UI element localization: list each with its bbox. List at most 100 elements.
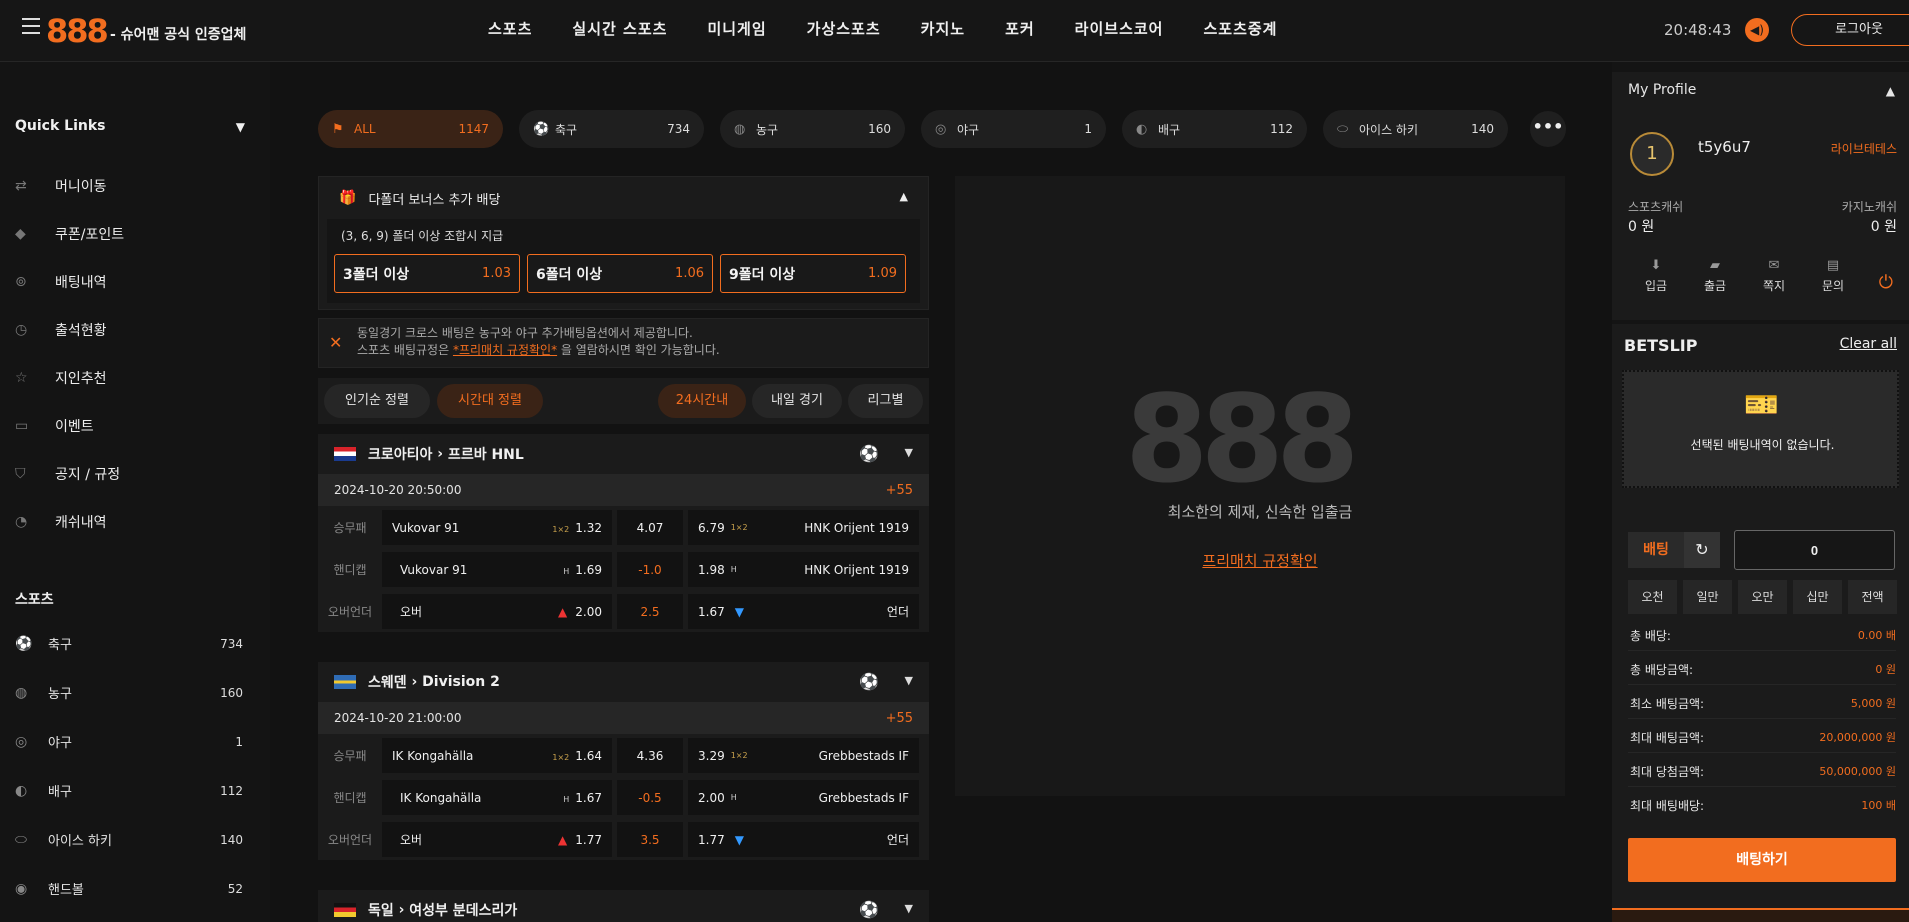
odds-away-button[interactable]: 6.79 1×2 HNK Orijent 1919 (688, 510, 919, 545)
nav-poker[interactable]: 포커 (985, 18, 1055, 39)
chevron-up-icon[interactable]: ▲ (900, 190, 908, 203)
more-markets-button[interactable]: +55 (886, 483, 913, 498)
bonus-option-6[interactable]: 6폴더 이상 1.06 (527, 254, 713, 293)
quick-link-money-transfer[interactable]: ⇄ 머니이동 (15, 162, 255, 210)
soccer-ball-icon: ⚽ (859, 900, 879, 919)
odds-over-button[interactable]: 오버 ▲ 2.00 (382, 594, 612, 629)
promo-banner[interactable] (1612, 908, 1909, 922)
filter-24h-button[interactable]: 24시간내 (658, 384, 746, 418)
tab-icehockey[interactable]: ⬭ 아이스 하키 140 (1323, 110, 1508, 148)
refresh-icon[interactable]: ↻ (1684, 532, 1720, 568)
bonus-option-9[interactable]: 9폴더 이상 1.09 (720, 254, 906, 293)
odds-away-button[interactable]: 3.29 1×2 Grebbestads IF (688, 738, 919, 773)
message-button[interactable]: ✉ 쪽지 (1744, 258, 1804, 294)
more-icon[interactable]: ••• (1530, 111, 1566, 147)
tab-all[interactable]: ⚑ ALL 1147 (318, 110, 503, 148)
quick-link-cash-history[interactable]: ◔ 캐쉬내역 (15, 498, 255, 546)
nav-casino[interactable]: 카지노 (901, 18, 985, 39)
chevron-down-icon[interactable]: ▼ (905, 674, 913, 687)
nav-minigame[interactable]: 미니게임 (687, 18, 786, 39)
odds-home-button[interactable]: Vukovar 91 1×2 1.32 (382, 510, 612, 545)
basketball-icon: ◍ (734, 121, 746, 137)
tab-basketball[interactable]: ◍ 농구 160 (720, 110, 905, 148)
chevron-up-icon[interactable]: ▲ (1886, 84, 1895, 98)
odds-away-button[interactable]: 1.98 H HNK Orijent 1919 (688, 552, 919, 587)
sidebar-sport-icehockey[interactable]: ⬭ 아이스 하키 140 (15, 815, 245, 864)
odds-under-button[interactable]: 1.67 ▼ 언더 (688, 594, 919, 629)
quick-link-attendance[interactable]: ◷ 출석현황 (15, 306, 255, 354)
summary-max-win: 최대 당첨금액: 50,000,000 원 (1628, 753, 1896, 787)
chip-100000[interactable]: 십만 (1793, 580, 1842, 614)
odds-over-button[interactable]: 오버 ▲ 1.77 (382, 822, 612, 857)
odds-home-button[interactable]: Vukovar 91 H 1.69 (382, 552, 612, 587)
croatia-flag-icon (334, 447, 356, 461)
tab-volleyball[interactable]: ◐ 배구 112 (1122, 110, 1307, 148)
place-bet-button[interactable]: 배팅하기 (1628, 838, 1896, 882)
league-header[interactable]: 독일 › 여성부 분데스리가 ⚽ ▼ (318, 890, 929, 922)
nav-livescore[interactable]: 라이브스코어 (1055, 18, 1184, 39)
more-markets-button[interactable]: +55 (886, 711, 913, 726)
chip-all[interactable]: 전액 (1848, 580, 1897, 614)
quick-links-header[interactable]: Quick Links ▼ (15, 118, 245, 134)
nav-sports[interactable]: 스포츠 (468, 18, 552, 39)
odds-away-button[interactable]: 2.00 H Grebbestads IF (688, 780, 919, 815)
quick-link-referral[interactable]: ☆ 지인추천 (15, 354, 255, 402)
chevron-down-icon[interactable]: ▼ (905, 446, 913, 459)
quick-link-bet-history[interactable]: ⊚ 배팅내역 (15, 258, 255, 306)
chip-50000[interactable]: 오만 (1738, 580, 1787, 614)
odds-home-button[interactable]: IK Kongahälla H 1.67 (382, 780, 612, 815)
nav-virtual-sports[interactable]: 가상스포츠 (787, 18, 901, 39)
folder-bonus-header[interactable]: 🎁 다폴더 보너스 추가 배당 ▲ (319, 177, 928, 219)
league-header[interactable]: 스웨덴 › Division 2 ⚽ ▼ (318, 662, 929, 702)
quick-link-notice[interactable]: ⛉ 공지 / 규정 (15, 450, 255, 498)
odds-draw-button[interactable]: 4.07 (617, 510, 683, 545)
bet-amount-input[interactable] (1734, 530, 1895, 570)
menu-icon[interactable] (22, 18, 40, 34)
prematch-rule-link[interactable]: *프리매치 규정확인* (453, 343, 557, 357)
inquiry-button[interactable]: ▤ 문의 (1803, 258, 1863, 294)
download-icon: ⬇ (1650, 258, 1662, 273)
odds-home-button[interactable]: IK Kongahälla 1×2 1.64 (382, 738, 612, 773)
flag-icon: ⚑ (332, 121, 344, 137)
sidebar-sport-handball[interactable]: ◉ 핸드볼 52 (15, 864, 245, 913)
power-icon[interactable]: ⏻ (1879, 272, 1893, 293)
odds-draw-button[interactable]: 4.36 (617, 738, 683, 773)
sidebar-sport-baseball[interactable]: ◎ 야구 1 (15, 717, 245, 766)
league-header[interactable]: 크로아티아 › 프르바 HNL ⚽ ▼ (318, 434, 929, 474)
clear-all-button[interactable]: Clear all (1840, 336, 1897, 352)
tab-soccer[interactable]: ⚽ 축구 734 (519, 110, 704, 148)
filter-tomorrow-button[interactable]: 내일 경기 (752, 384, 842, 418)
chip-10000[interactable]: 일만 (1683, 580, 1732, 614)
brand-logo[interactable]: 888 (46, 12, 109, 50)
tab-baseball[interactable]: ◎ 야구 1 (921, 110, 1106, 148)
clock-icon: ◷ (15, 322, 28, 338)
sound-icon[interactable]: ◀) (1745, 18, 1769, 42)
notice-line-1: 동일경기 크로스 배팅은 농구와 야구 추가배팅옵션에서 제공합니다. (357, 326, 693, 340)
odds-under-button[interactable]: 1.77 ▼ 언더 (688, 822, 919, 857)
nav-live-sports[interactable]: 실시간 스포츠 (552, 18, 687, 39)
logout-button[interactable]: 로그아웃 (1791, 14, 1909, 46)
handicap-icon: H (730, 793, 737, 802)
chevron-down-icon[interactable]: ▼ (905, 902, 913, 915)
sort-popular-button[interactable]: 인기순 정렬 (324, 384, 430, 418)
soccer-ball-icon: ⚽ (15, 635, 33, 652)
withdraw-button[interactable]: ▰ 출금 (1685, 258, 1745, 294)
market-row: 승무패 Vukovar 91 1×2 1.32 4.07 6.79 1×2 HNK Or… (318, 506, 929, 548)
bonus-option-3[interactable]: 3폴더 이상 1.03 (334, 254, 520, 293)
puck-icon: ⬭ (15, 831, 27, 848)
quick-link-event[interactable]: ▭ 이벤트 (15, 402, 255, 450)
chip-5000[interactable]: 오천 (1628, 580, 1677, 614)
sidebar-sport-soccer[interactable]: ⚽ 축구 734 (15, 619, 245, 668)
sort-time-button[interactable]: 시간대 정렬 (437, 384, 543, 418)
filter-league-button[interactable]: 리그별 (848, 384, 923, 418)
prematch-rule-link[interactable]: 프리매치 규정확인 (955, 550, 1565, 571)
deposit-button[interactable]: ⬇ 입금 (1626, 258, 1686, 294)
quick-link-coupon[interactable]: ◆ 쿠폰/포인트 (15, 210, 255, 258)
sidebar-sport-basketball[interactable]: ◍ 농구 160 (15, 668, 245, 717)
sidebar-sport-volleyball[interactable]: ◐ 배구 112 (15, 766, 245, 815)
market-row: 오버언더 오버 ▲ 2.00 2.5 1.67 ▼ 언더 (318, 590, 929, 632)
handball-icon: ◉ (15, 880, 28, 897)
chevron-down-icon[interactable]: ▼ (236, 120, 245, 134)
nav-sports-stream[interactable]: 스포츠중계 (1183, 18, 1297, 39)
league-block-germany: 독일 › 여성부 분데스리가 ⚽ ▼ (318, 890, 929, 922)
